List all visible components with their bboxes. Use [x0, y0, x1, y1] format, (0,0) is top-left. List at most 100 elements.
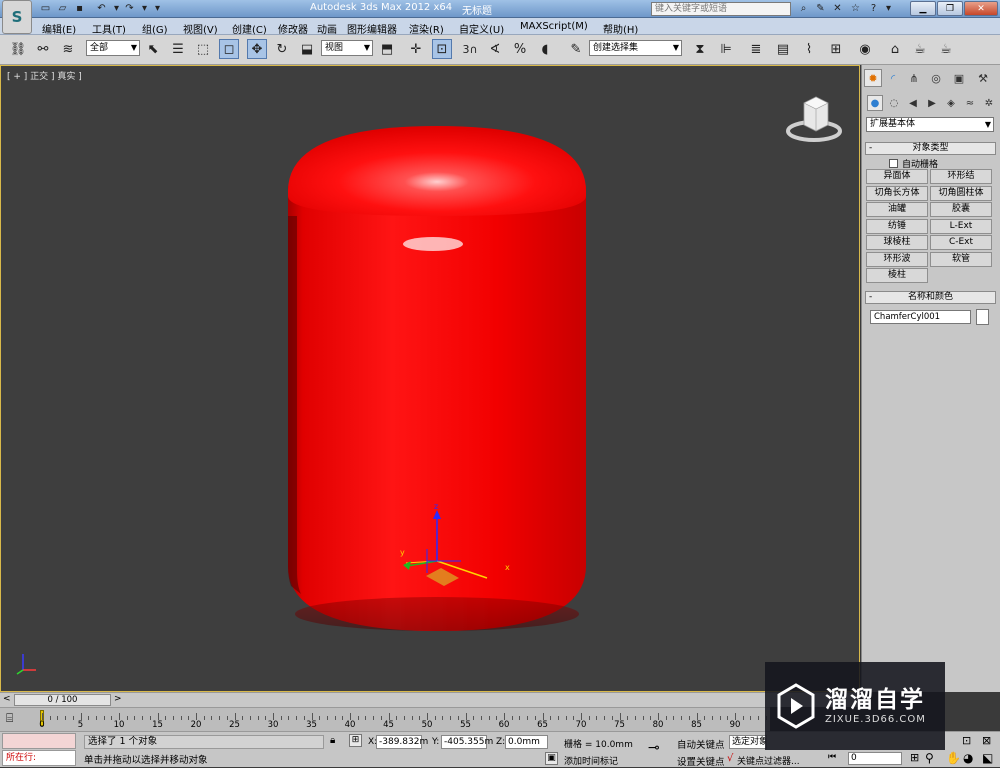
zoom-extents-all-icon[interactable]: ⊠	[982, 734, 991, 747]
menu-edit[interactable]: 编辑(E)	[42, 21, 76, 36]
cylinder-top-cap[interactable]	[288, 126, 586, 216]
maximize-viewport-icon[interactable]: ⬕	[982, 751, 993, 765]
object-type-button[interactable]: 胶囊	[930, 202, 992, 217]
object-type-button[interactable]: 球棱柱	[866, 235, 928, 250]
time-slider[interactable]: < 0 / 100 >	[0, 692, 860, 707]
schematic-view-icon[interactable]: ⊞	[826, 39, 846, 59]
object-type-button[interactable]: C-Ext	[930, 235, 992, 250]
hierarchy-tab-icon[interactable]: ⋔	[905, 69, 923, 87]
selected-set-dropdown[interactable]: 选定对象	[729, 735, 767, 749]
time-tag-icon[interactable]: ▣	[545, 752, 558, 765]
help-dropdown-icon[interactable]: ▾	[881, 2, 896, 15]
lights-icon[interactable]: ◀	[905, 95, 921, 111]
window-crossing-icon[interactable]: ◻	[219, 39, 239, 59]
name-color-rollout-header[interactable]: - 名称和颜色	[865, 291, 996, 304]
material-editor-icon[interactable]: ◉	[855, 39, 875, 59]
select-by-name-icon[interactable]: ☰	[168, 39, 188, 59]
help-icon[interactable]: ?	[866, 2, 881, 15]
keyboard-shortcut-override-icon[interactable]: ⊡	[432, 39, 452, 59]
menu-group[interactable]: 组(G)	[142, 21, 168, 36]
rendered-frame-window-icon[interactable]: ☕	[910, 39, 930, 59]
minimize-button[interactable]: ▁	[910, 1, 936, 16]
menu-customize[interactable]: 自定义(U)	[459, 21, 504, 36]
curve-editor-icon[interactable]: ⌇	[799, 39, 819, 59]
link-icon[interactable]: ⛓	[8, 39, 28, 59]
object-type-button[interactable]: 切角长方体	[866, 185, 928, 201]
selection-lock-icon[interactable]: 🔒︎	[330, 735, 335, 746]
object-type-button[interactable]: 纺锤	[866, 218, 928, 234]
object-type-rollout-header[interactable]: - 对象类型	[865, 142, 996, 155]
object-type-button[interactable]: 环形结	[930, 169, 992, 184]
object-type-button[interactable]: 油罐	[866, 202, 928, 217]
close-button[interactable]: ✕	[964, 1, 998, 16]
spinner-snap-icon[interactable]: ◖	[535, 39, 555, 59]
motion-tab-icon[interactable]: ◎	[927, 69, 945, 87]
pan-view-icon[interactable]: ✋	[946, 751, 961, 765]
cameras-icon[interactable]: ▶	[924, 95, 940, 111]
perspective-viewport[interactable]: [ + ] 正交 ] 真实 ] z y x	[0, 65, 860, 692]
select-and-rotate-icon[interactable]: ↻	[272, 39, 292, 59]
menu-create[interactable]: 创建(C)	[232, 21, 267, 36]
open-file-icon[interactable]: ▱	[55, 2, 70, 15]
add-time-tag[interactable]: 添加时间标记	[564, 754, 618, 767]
binoculars-icon[interactable]: ⌕	[796, 2, 811, 15]
object-name-input[interactable]: ChamferCyl001	[870, 310, 971, 324]
percent-snap-icon[interactable]: %	[510, 39, 530, 59]
shapes-icon[interactable]: ◌	[886, 95, 902, 111]
menu-graph-editors[interactable]: 图形编辑器	[347, 21, 397, 36]
selection-filter-dropdown[interactable]: 全部	[86, 40, 140, 56]
communication-icon[interactable]: ✕	[830, 2, 845, 15]
cylinder-body[interactable]	[288, 186, 586, 631]
time-next-icon[interactable]: >	[114, 694, 122, 704]
subscription-icon[interactable]: ✎	[813, 2, 828, 15]
bind-space-warp-icon[interactable]: ≋	[58, 39, 78, 59]
menu-help[interactable]: 帮助(H)	[603, 21, 638, 36]
select-manipulate-icon[interactable]: ✛	[406, 39, 426, 59]
save-icon[interactable]: ▪	[72, 2, 87, 15]
x-coordinate-field[interactable]: -389.832m	[376, 735, 428, 749]
key-filters-button[interactable]: 关键点过滤器...	[737, 754, 800, 767]
time-prev-icon[interactable]: <	[3, 694, 11, 704]
object-type-button[interactable]: 软管	[930, 251, 992, 267]
render-setup-icon[interactable]: ⌂	[885, 39, 905, 59]
viewcube-icon[interactable]	[784, 91, 844, 146]
align-icon[interactable]: ⊫	[716, 39, 736, 59]
menu-modifiers[interactable]: 修改器	[278, 21, 308, 36]
new-file-icon[interactable]: ▭	[38, 2, 53, 15]
named-selection-sets-dropdown[interactable]: 创建选择集	[589, 40, 682, 56]
time-slider-handle[interactable]: 0 / 100	[14, 694, 111, 706]
current-frame-field[interactable]: 0	[848, 752, 902, 765]
maxscript-listener[interactable]	[2, 733, 76, 749]
select-and-move-icon[interactable]: ✥	[247, 39, 267, 59]
systems-icon[interactable]: ✲	[981, 95, 997, 111]
space-warps-icon[interactable]: ≈	[962, 95, 978, 111]
object-type-button[interactable]: 异面体	[866, 169, 928, 184]
rectangular-region-icon[interactable]: ⬚	[193, 39, 213, 59]
zoom-extents-icon[interactable]: ⊡	[962, 734, 971, 747]
geometry-category-dropdown[interactable]: 扩展基本体	[866, 117, 994, 132]
zoom-icon[interactable]: ⚲	[925, 751, 934, 765]
undo-icon[interactable]: ↶	[94, 2, 109, 15]
app-logo[interactable]: S	[2, 0, 32, 34]
menu-views[interactable]: 视图(V)	[183, 21, 218, 36]
z-coordinate-field[interactable]: 0.0mm	[505, 735, 548, 749]
maximize-button[interactable]: ❐	[937, 1, 963, 16]
graphite-ribbon-icon[interactable]: ▤	[773, 39, 793, 59]
search-input[interactable]: 键入关键字或短语	[651, 2, 791, 16]
unlink-icon[interactable]: ⚯	[33, 39, 53, 59]
layer-manager-icon[interactable]: ≣	[746, 39, 766, 59]
quick-access-dropdown-icon[interactable]: ▾	[150, 2, 165, 15]
orbit-icon[interactable]: ◕	[963, 751, 973, 765]
set-key-icon[interactable]: ⊸	[648, 740, 660, 756]
create-tab-icon[interactable]: ✹	[864, 69, 882, 87]
favorites-icon[interactable]: ☆	[848, 2, 863, 15]
menu-animation[interactable]: 动画	[317, 21, 337, 36]
select-object-icon[interactable]: ⬉	[143, 39, 163, 59]
object-type-button[interactable]: 棱柱	[866, 268, 928, 283]
track-bar[interactable]: ⌸ 0 5 10 15 20 25 30 35 40 45 50 55 60 65 70 75 80 85 90	[0, 707, 770, 731]
time-config-icon[interactable]: ⊞	[910, 751, 919, 764]
pivot-center-icon[interactable]: ⬒	[377, 39, 397, 59]
absolute-mode-icon[interactable]: ⊞	[349, 734, 362, 747]
geometry-icon[interactable]: ●	[867, 95, 883, 111]
object-type-button[interactable]: 环形波	[866, 251, 928, 267]
